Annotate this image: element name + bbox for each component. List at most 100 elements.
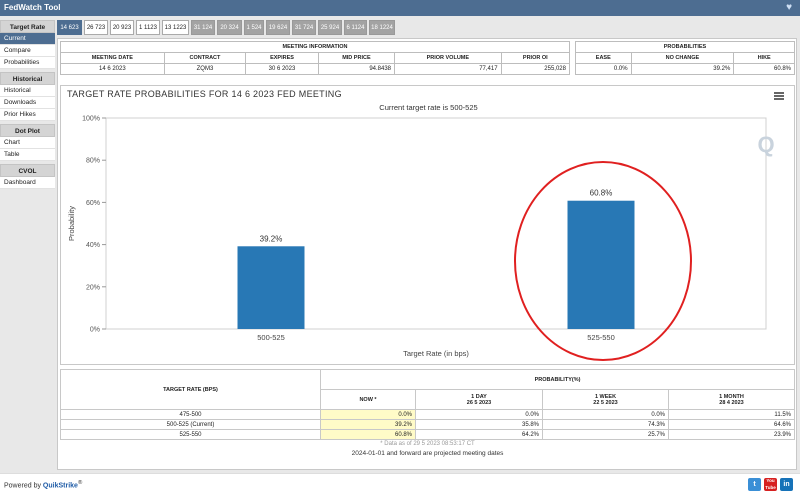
prior-volume-value: 77,417 [394,63,502,75]
meeting-info-table: MEETING INFORMATION MEETING DATE CONTRAC… [60,41,571,75]
tab-meeting[interactable]: 14 623 [57,20,82,35]
tab-meeting[interactable]: 20 324 [217,20,242,35]
probability-section: TARGET RATE (BPS) PROBABILITY(%) NOW * 1… [60,369,795,459]
y-tick-label: 20% [86,284,100,291]
rate-cell: 525-550 [60,429,321,440]
day-cell: 64.2% [415,429,543,440]
probabilities-table: PROBABILITIES EASE NO CHANGE HIKE 0.0% 3… [575,41,795,75]
data-label: 60.8% [590,189,613,198]
tab-meeting[interactable]: 1 524 [244,20,264,35]
sidebar-item-downloads[interactable]: Downloads [0,97,55,109]
meeting-info-title: MEETING INFORMATION [60,41,570,53]
app-title: FedWatch Tool [4,3,61,12]
day-cell: 0.0% [415,409,543,420]
rate-cell: 500-525 (Current) [60,419,321,430]
tab-meeting[interactable]: 31 724 [292,20,316,35]
quikstrike-link[interactable]: QuikStrike [43,482,78,489]
sidebar-item-probabilities[interactable]: Probabilities [0,57,55,69]
x-axis-label: Target Rate (in bps) [403,349,469,358]
prior-oi-value: 255,028 [500,63,571,75]
mid-price-value: 94.8438 [317,63,396,75]
sidebar-item-current[interactable]: Current [0,33,55,45]
col-mid-price: MID PRICE [317,52,396,64]
bar [237,246,305,329]
sidebar-item-chart[interactable]: Chart [0,137,55,149]
col-expires: EXPIRES [245,52,319,64]
projected-dates-note: 2024-01-01 and forward are projected mee… [351,450,504,457]
rate-cell: 475-500 [60,409,321,420]
day-cell: 35.8% [415,419,543,430]
sidebar-item-historical[interactable]: Historical [0,85,55,97]
month-cell: 64.6% [668,419,795,430]
tab-meeting[interactable]: 26 723 [84,20,108,35]
col-1-week: 1 WEEK 22 5 2023 [542,389,669,410]
y-axis-label: Probability [67,206,76,241]
sidebar-header-historical: Historical [0,72,55,85]
week-cell: 25.7% [542,429,669,440]
table-row: 475-500 0.0% 0.0% 0.0% 11.5% [60,409,795,420]
youtube-icon[interactable]: You Tube [764,478,777,491]
sidebar-item-prior-hikes[interactable]: Prior Hikes [0,109,55,121]
col-now: NOW * [320,389,416,410]
x-tick-label: 525-550 [587,333,615,342]
col-meeting-date: MEETING DATE [60,52,165,64]
col-no-change: NO CHANGE [630,52,735,64]
tab-meeting[interactable]: 13 1223 [162,20,189,35]
tab-meeting[interactable]: 19 624 [266,20,290,35]
table-row: 525-550 60.8% 64.2% 25.7% 23.9% [60,429,795,440]
x-tick-label: 500-525 [257,333,285,342]
col-probability: PROBABILITY(%) [320,369,795,390]
sidebar-header-dot-plot: Dot Plot [0,124,55,137]
chart-panel: TARGET RATE PROBABILITIES FOR 14 6 2023 … [60,85,795,365]
plot-area [105,117,767,330]
table-row: 500-525 (Current) 39.2% 35.8% 74.3% 64.6… [60,419,795,430]
expires-value: 30 6 2023 [245,63,319,75]
ease-value: 0.0% [575,63,632,75]
sidebar-item-table[interactable]: Table [0,149,55,161]
twitter-icon[interactable]: ♥ [786,2,792,13]
bar [567,200,635,329]
tab-meeting[interactable]: 6 1124 [344,20,367,35]
sidebar-header-cvol: CVOL [0,164,55,177]
tab-meeting[interactable]: 1 1123 [136,20,160,35]
month-cell: 23.9% [668,429,795,440]
now-cell: 39.2% [320,419,416,430]
week-cell: 74.3% [542,419,669,430]
powered-by: Powered by QuikStrike® [4,480,83,490]
now-cell: 0.0% [320,409,416,420]
y-tick-label: 0% [90,327,100,334]
col-prior-oi: PRIOR OI [500,52,571,64]
y-tick-label: 40% [86,242,100,249]
now-cell: 60.8% [320,429,416,440]
col-1-month: 1 MONTH 28 4 2023 [668,389,795,410]
tab-meeting[interactable]: 25 924 [318,20,342,35]
sidebar-header-target-rate: Target Rate [0,20,55,33]
month-cell: 11.5% [668,409,795,420]
tab-meeting[interactable]: 20 923 [110,20,134,35]
tab-meeting[interactable]: 31 124 [191,20,215,35]
twitter-icon[interactable]: t [748,478,761,491]
sidebar-item-compare[interactable]: Compare [0,45,55,57]
bar-chart: 0% 20% 40% 60% 80% 100% Probability 39.2% 500-52… [67,116,775,361]
col-hike: HIKE [733,52,795,64]
col-prior-volume: PRIOR VOLUME [394,52,502,64]
footer: Powered by QuikStrike® t You Tube in [0,473,800,495]
meeting-date-value: 14 6 2023 [60,63,165,75]
contract-value: ZQM3 [163,63,247,75]
no-change-value: 39.2% [630,63,735,75]
hike-value: 60.8% [733,63,795,75]
col-ease: EASE [575,52,632,64]
col-target-rate: TARGET RATE (BPS) [60,369,321,410]
y-tick-label: 80% [86,158,100,165]
y-tick-label: 100% [82,116,100,123]
sidebar-item-dashboard[interactable]: Dashboard [0,177,55,189]
probability-table: TARGET RATE (BPS) PROBABILITY(%) NOW * 1… [60,369,795,440]
sidebar: Target Rate Current Compare Probabilitie… [0,20,55,189]
tab-meeting[interactable]: 18 1224 [369,20,395,35]
week-cell: 0.0% [542,409,669,420]
data-timestamp-note: * Data as of 29 5 2023 08:53:17 CT [380,441,475,447]
app-titlebar: FedWatch Tool ♥ [0,0,800,16]
probabilities-title: PROBABILITIES [575,41,795,53]
y-tick-label: 60% [86,200,100,207]
linkedin-icon[interactable]: in [780,478,793,491]
